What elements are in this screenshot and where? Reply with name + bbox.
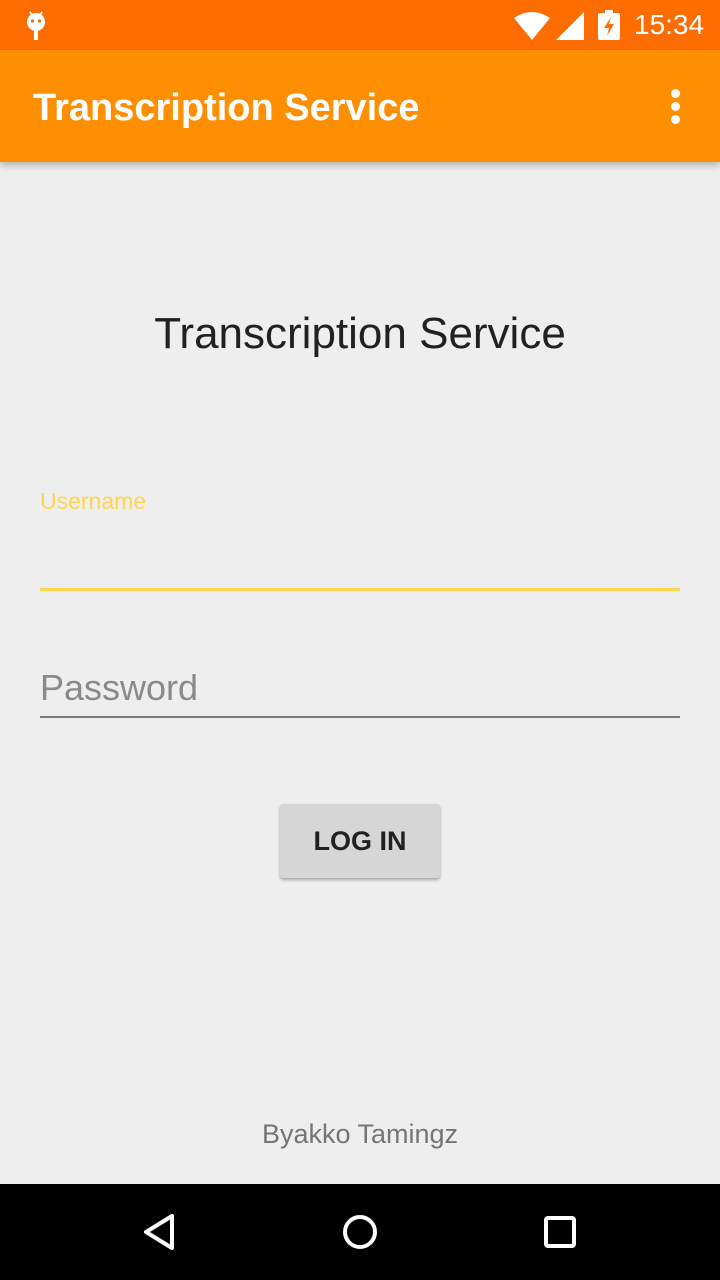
- username-input[interactable]: [40, 528, 680, 591]
- status-clock: 15:34: [634, 9, 705, 40]
- nav-bar: [0, 1184, 720, 1280]
- battery-charging-icon: [598, 10, 620, 40]
- more-vert-icon[interactable]: [656, 82, 696, 130]
- username-label: Username: [40, 488, 147, 514]
- footer-credit: Byakko Tamingz: [261, 1119, 459, 1149]
- android-icon: [27, 11, 45, 40]
- home-icon[interactable]: [336, 1208, 384, 1256]
- password-input[interactable]: [40, 660, 680, 718]
- status-bar: 15:34: [0, 0, 720, 50]
- signal-icon: [556, 12, 584, 40]
- page-title: Transcription Service: [154, 309, 566, 358]
- recents-icon[interactable]: [536, 1208, 584, 1256]
- login-button[interactable]: LOG IN: [280, 804, 440, 878]
- wifi-icon: [514, 12, 550, 40]
- app-title: Transcription Service: [33, 87, 420, 129]
- back-icon[interactable]: [136, 1208, 184, 1256]
- app-bar: Transcription Service: [0, 50, 720, 162]
